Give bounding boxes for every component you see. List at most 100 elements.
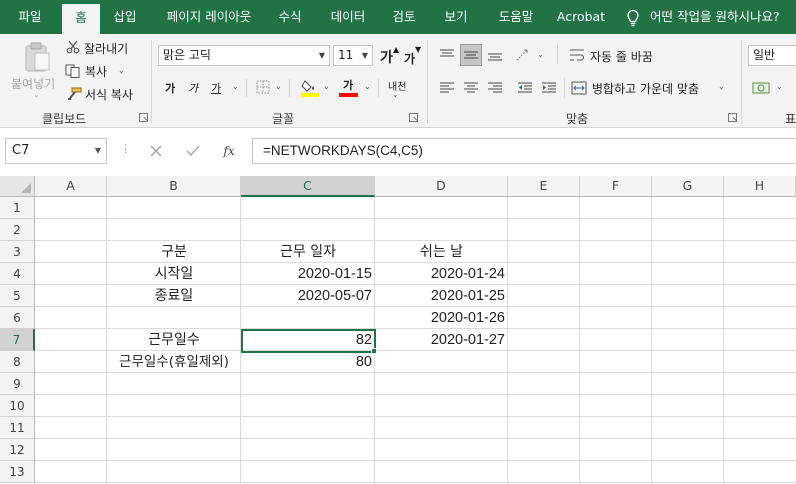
cell-b3[interactable]: 구분 [107, 241, 241, 263]
column-header-b[interactable]: B [107, 176, 241, 197]
tab-page-layout[interactable]: 페이지 레이아웃 [156, 0, 262, 34]
tab-home[interactable]: 홈 [62, 4, 100, 34]
cell-d7[interactable]: 2020-01-27 [375, 329, 508, 351]
row-header-5[interactable]: 5 [0, 285, 35, 307]
clipboard-launcher[interactable] [139, 113, 148, 122]
merge-dropdown-caret[interactable]: ⌄ [718, 82, 725, 91]
orientation-dropdown-caret[interactable]: ⌄ [537, 50, 544, 59]
font-color-dropdown-caret[interactable]: ⌄ [364, 82, 371, 91]
column-header-d[interactable]: D [375, 176, 508, 197]
cell-d5[interactable]: 2020-01-25 [375, 285, 508, 307]
row-header-6[interactable]: 6 [0, 307, 35, 329]
cell-c8[interactable]: 80 [241, 351, 375, 373]
row-header-8[interactable]: 8 [0, 351, 35, 373]
currency-format-icon[interactable] [751, 79, 773, 97]
column-header-h[interactable]: H [724, 176, 796, 197]
cell-d4[interactable]: 2020-01-24 [375, 263, 508, 285]
column-header-c[interactable]: C [241, 176, 375, 197]
row-header-10[interactable]: 10 [0, 395, 35, 417]
cell-b4[interactable]: 시작일 [107, 263, 241, 285]
underline-button[interactable]: 가 [211, 80, 221, 96]
format-painter-button[interactable]: 서식 복사 [85, 86, 133, 103]
cut-button[interactable]: 잘라내기 [84, 40, 128, 57]
tab-formulas[interactable]: 수식 [268, 0, 312, 34]
align-right-icon[interactable] [484, 78, 506, 98]
borders-dropdown-caret[interactable]: ⌄ [275, 82, 282, 91]
wrap-text-icon [568, 46, 586, 64]
worksheet-grid[interactable]: A B C D E F G H 1 2 3 4 5 6 7 8 9 10 11 … [0, 176, 796, 484]
row-header-3[interactable]: 3 [0, 241, 35, 263]
cell-d3[interactable]: 쉬는 날 [375, 241, 508, 263]
paste-icon[interactable] [20, 40, 54, 74]
select-all-button[interactable] [0, 176, 35, 197]
increase-indent-icon[interactable] [538, 78, 560, 98]
font-size-dropdown[interactable]: 11 ▼ [333, 45, 373, 66]
tab-review[interactable]: 검토 [382, 0, 426, 34]
column-header-e[interactable]: E [508, 176, 580, 197]
insert-function-icon[interactable]: fx [220, 142, 238, 160]
column-header-f[interactable]: F [580, 176, 652, 197]
shrink-font-button[interactable]: 가 [404, 50, 415, 67]
tab-insert[interactable]: 삽입 [104, 0, 146, 34]
tab-file[interactable]: 파일 [4, 0, 56, 34]
formula-bar: C7 ▼ ⋮ fx =NETWORKDAYS(C4,C5) [0, 128, 796, 176]
fill-handle[interactable] [371, 348, 377, 354]
currency-dropdown-caret[interactable]: ⌄ [776, 82, 783, 91]
row-header-12[interactable]: 12 [0, 439, 35, 461]
fill-color-dropdown-caret[interactable]: ⌄ [323, 82, 330, 91]
row-header-9[interactable]: 9 [0, 373, 35, 395]
italic-button[interactable]: 가 [188, 80, 198, 96]
borders-icon[interactable] [256, 80, 270, 94]
cell-b7[interactable]: 근무일수 [107, 329, 241, 351]
row-header-13[interactable]: 13 [0, 461, 35, 483]
row-header-4[interactable]: 4 [0, 263, 35, 285]
row-header-1[interactable]: 1 [0, 197, 35, 219]
divider [564, 78, 565, 98]
formula-bar-handle[interactable]: ⋮ [120, 142, 131, 155]
active-cell-outline [241, 329, 376, 353]
orientation-icon[interactable] [512, 44, 536, 66]
name-box[interactable]: C7 ▼ [5, 138, 107, 164]
cell-b8[interactable]: 근무일수(휴일제외) [107, 351, 241, 373]
grow-font-button[interactable]: 가 [380, 47, 393, 67]
phonetic-dropdown-caret[interactable]: ⌄ [392, 90, 399, 99]
align-left-icon[interactable] [436, 78, 458, 98]
cell-c3[interactable]: 근무 일자 [241, 241, 375, 263]
font-color-button[interactable]: 가 [343, 77, 353, 93]
tell-me-search[interactable]: 어떤 작업을 원하시나요? [626, 0, 780, 34]
bold-button[interactable]: 가 [165, 80, 175, 96]
tab-data[interactable]: 데이터 [320, 0, 376, 34]
row-header-2[interactable]: 2 [0, 219, 35, 241]
cancel-icon[interactable] [147, 142, 165, 160]
fill-color-icon[interactable] [300, 77, 320, 97]
formula-input[interactable]: =NETWORKDAYS(C4,C5) [252, 138, 796, 164]
wrap-text-button[interactable]: 자동 줄 바꿈 [590, 48, 653, 65]
align-center-icon[interactable] [460, 78, 482, 98]
font-name-dropdown[interactable]: 맑은 고딕 ▼ [158, 45, 330, 66]
row-header-11[interactable]: 11 [0, 417, 35, 439]
font-launcher[interactable] [409, 113, 418, 122]
tab-acrobat[interactable]: Acrobat [552, 0, 610, 34]
cell-c4[interactable]: 2020-01-15 [241, 263, 375, 285]
merge-center-button[interactable]: 병합하고 가운데 맞춤 [592, 80, 699, 97]
tab-view[interactable]: 보기 [434, 0, 478, 34]
divider [378, 79, 379, 97]
align-top-icon[interactable] [436, 44, 458, 66]
decrease-indent-icon[interactable] [514, 78, 536, 98]
paste-dropdown-caret[interactable]: ⌄ [33, 90, 40, 99]
column-header-g[interactable]: G [652, 176, 724, 197]
cell-d6[interactable]: 2020-01-26 [375, 307, 508, 329]
align-bottom-icon[interactable] [484, 44, 506, 66]
cell-b5[interactable]: 종료일 [107, 285, 241, 307]
tab-help[interactable]: 도움말 [486, 0, 546, 34]
enter-icon[interactable] [184, 142, 202, 160]
underline-dropdown-caret[interactable]: ⌄ [232, 82, 239, 91]
copy-dropdown-caret[interactable]: ⌄ [118, 66, 125, 75]
column-header-a[interactable]: A [35, 176, 107, 197]
cell-c5[interactable]: 2020-05-07 [241, 285, 375, 307]
row-header-7[interactable]: 7 [0, 329, 35, 351]
copy-button[interactable]: 복사 [85, 63, 107, 80]
alignment-launcher[interactable] [728, 113, 737, 122]
number-format-dropdown[interactable]: 일반 [748, 45, 796, 66]
align-middle-icon[interactable] [460, 44, 482, 66]
